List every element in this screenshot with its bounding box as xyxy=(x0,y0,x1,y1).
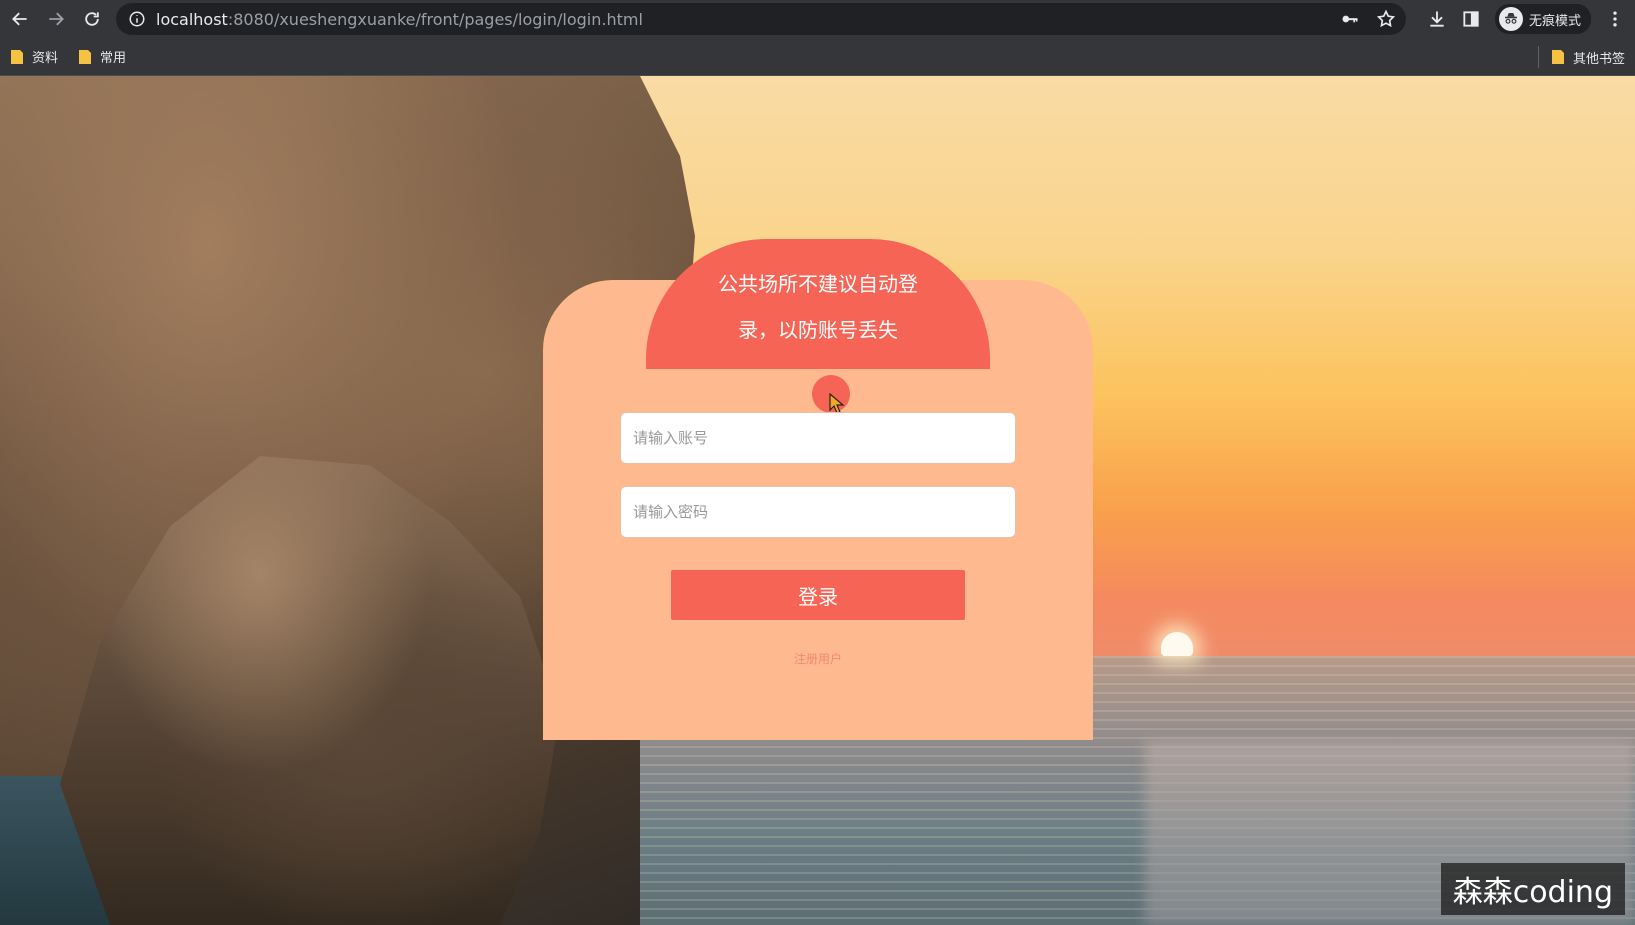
folder-icon xyxy=(79,49,92,64)
password-input[interactable] xyxy=(620,486,1016,538)
tip-line-1: 公共场所不建议自动登 xyxy=(718,272,918,296)
register-link[interactable]: 注册用户 xyxy=(743,650,893,667)
login-button[interactable]: 登录 xyxy=(671,570,965,620)
folder-icon xyxy=(1551,50,1564,64)
tip-line-2: 录，以防账号丢失 xyxy=(738,318,898,342)
bookmarks-bar: 资料 常用 其他书签 xyxy=(0,38,1635,76)
watermark: 森森coding xyxy=(1440,863,1625,915)
bookmark-label: 常用 xyxy=(100,51,127,66)
username-input[interactable] xyxy=(620,412,1016,464)
back-icon[interactable] xyxy=(4,3,36,35)
key-icon[interactable] xyxy=(1340,9,1360,29)
download-icon[interactable] xyxy=(1427,9,1447,29)
page-background: 公共场所不建议自动登 录，以防账号丢失 登录 注册用户 森森coding xyxy=(0,76,1635,925)
url-host: localhost xyxy=(156,9,228,29)
bookmark-folder[interactable]: 资料 xyxy=(10,47,58,66)
url-path: :8080/xueshengxuanke/front/pages/login/l… xyxy=(227,9,643,29)
incognito-label: 无痕模式 xyxy=(1528,13,1581,29)
info-icon[interactable] xyxy=(128,10,146,28)
bookmark-divider xyxy=(1537,46,1539,68)
address-bar[interactable]: localhost:8080/xueshengxuanke/front/page… xyxy=(116,3,1406,35)
browser-toolbar: localhost:8080/xueshengxuanke/front/page… xyxy=(0,0,1635,38)
folder-icon xyxy=(11,49,23,64)
side-panel-icon[interactable] xyxy=(1461,9,1481,29)
bookmark-label: 资料 xyxy=(32,51,59,66)
bookmark-folder[interactable]: 常用 xyxy=(78,47,126,66)
other-bookmarks-label: 其他书签 xyxy=(1572,51,1625,67)
other-bookmarks[interactable]: 其他书签 xyxy=(1551,48,1625,67)
forward-icon[interactable] xyxy=(40,3,72,35)
incognito-icon xyxy=(1498,7,1523,31)
star-icon[interactable] xyxy=(1376,9,1396,29)
incognito-badge[interactable]: 无痕模式 xyxy=(1494,4,1591,34)
menu-dots-icon[interactable] xyxy=(1605,9,1625,29)
sun xyxy=(1161,632,1193,656)
reload-icon[interactable] xyxy=(76,3,108,35)
